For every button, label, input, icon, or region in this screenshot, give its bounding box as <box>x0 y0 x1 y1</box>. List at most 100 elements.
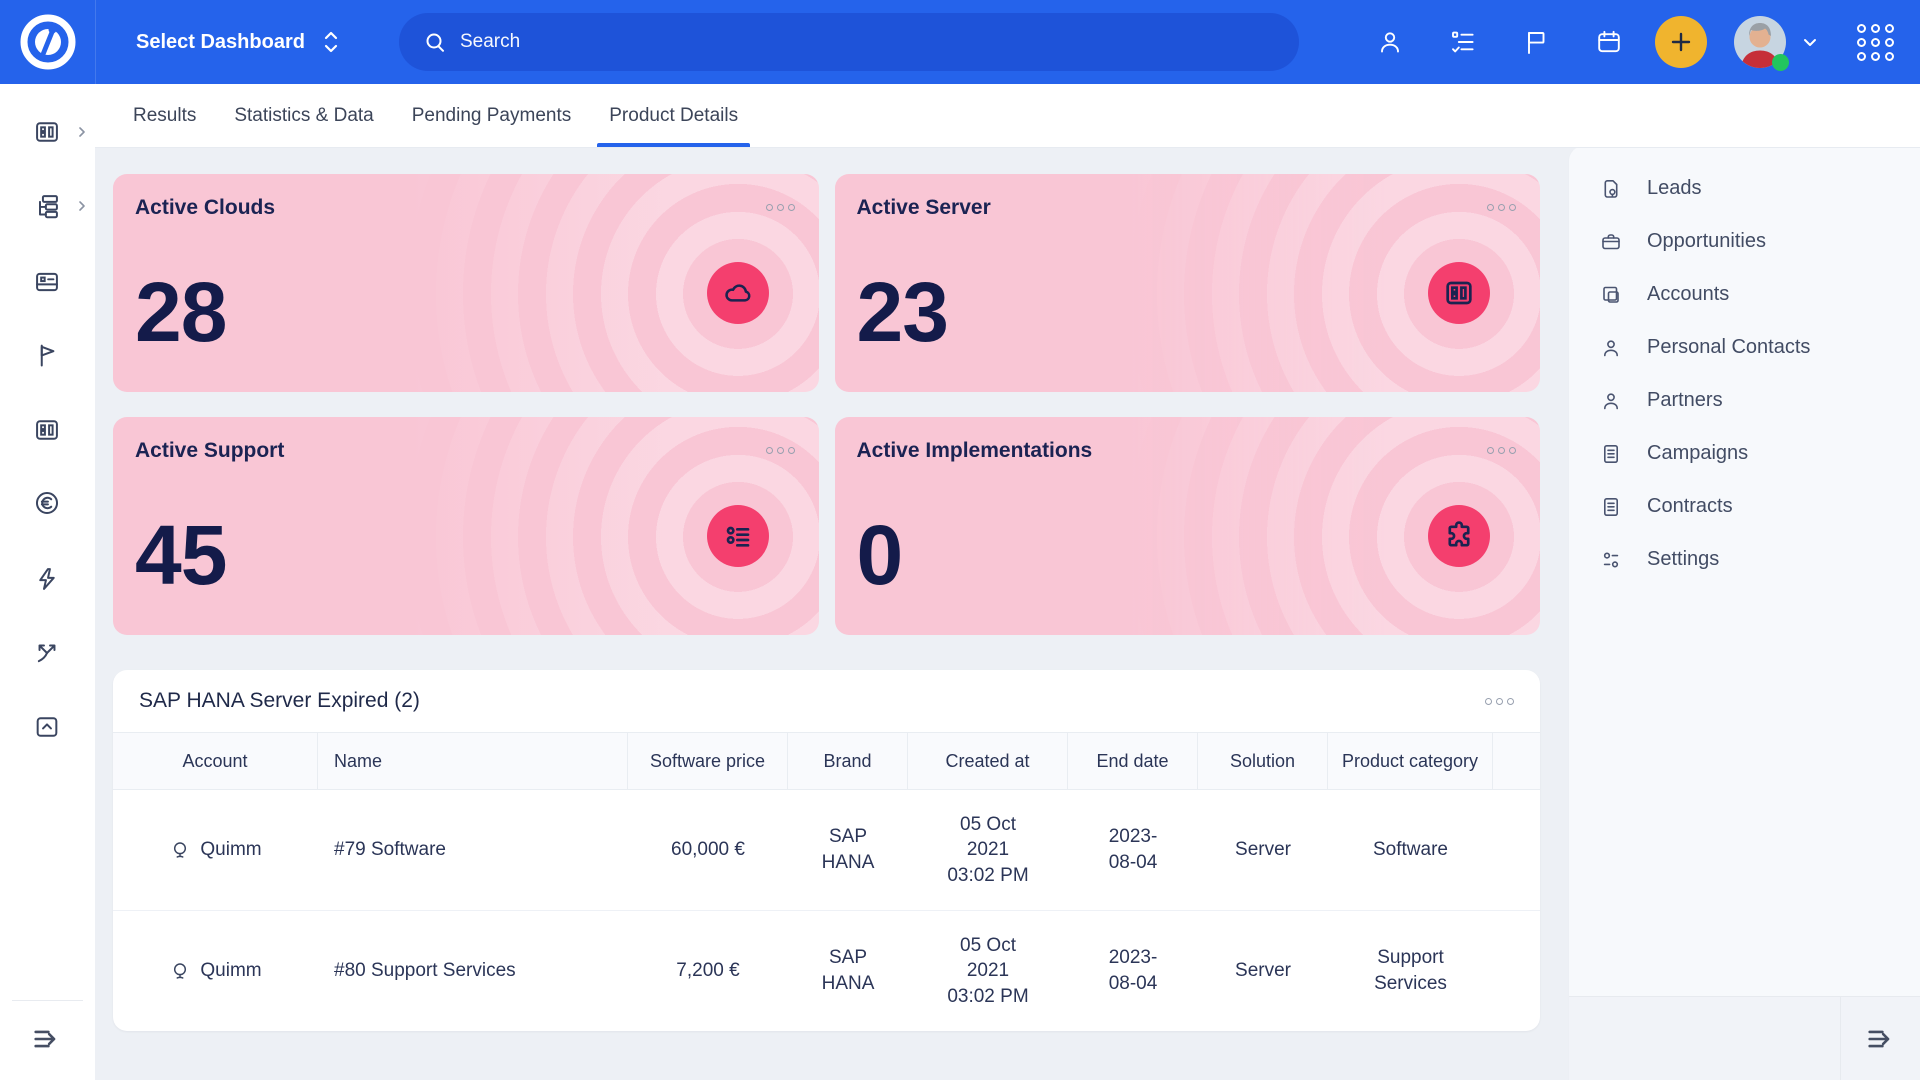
nav-item-personal-contacts[interactable]: Personal Contacts <box>1569 321 1920 374</box>
expand-arrow-icon[interactable] <box>30 1022 64 1056</box>
expired-products-table-card: SAP HANA Server Expired (2) Account Name… <box>113 670 1540 1031</box>
browser-card-icon[interactable] <box>33 268 61 296</box>
header-divider <box>95 0 96 84</box>
software-price-cell: 60,000 € <box>628 790 788 910</box>
top-header: Select Dashboard <box>0 0 1920 84</box>
column-header: Product category <box>1328 733 1493 789</box>
document-lines-icon <box>1599 495 1623 519</box>
account-cell: Quimm <box>169 958 261 984</box>
brand-logo[interactable] <box>0 11 95 73</box>
search-icon <box>423 30 447 54</box>
chevron-right-icon[interactable] <box>76 126 88 138</box>
puzzle-icon <box>1428 505 1490 567</box>
stat-card-active-implementations: Active Implementations 0 <box>835 417 1541 635</box>
more-options-icon[interactable] <box>766 204 795 211</box>
column-header: Solution <box>1198 733 1328 789</box>
tree-icon[interactable] <box>33 192 61 220</box>
tab-pending-payments[interactable]: Pending Payments <box>400 84 584 147</box>
dashboard-selector[interactable]: Select Dashboard <box>136 29 341 55</box>
right-panel-footer <box>1569 996 1920 1080</box>
branch-arrows-icon[interactable] <box>33 639 61 667</box>
column-header: Created at <box>908 733 1068 789</box>
globe-icon <box>169 839 191 861</box>
search-input[interactable] <box>460 31 1275 53</box>
search-bar[interactable] <box>399 13 1299 71</box>
card-value: 28 <box>135 270 226 354</box>
tab-statistics-data[interactable]: Statistics & Data <box>222 84 385 147</box>
stat-cards-grid: Active Clouds 28 Active Server 23 Active… <box>113 174 1540 635</box>
cloud-icon <box>707 262 769 324</box>
name-cell: #80 Support Services <box>318 911 628 1031</box>
tab-results[interactable]: Results <box>121 84 208 147</box>
nav-item-leads[interactable]: Leads <box>1569 162 1920 215</box>
account-cell: Quimm <box>169 837 261 863</box>
card-value: 45 <box>135 513 226 597</box>
chevron-down-icon[interactable] <box>1801 33 1819 51</box>
brand-cell: SAP HANA <box>788 790 908 910</box>
globe-icon <box>169 960 191 982</box>
user-avatar[interactable] <box>1734 16 1786 68</box>
nav-item-settings[interactable]: Settings <box>1569 533 1920 586</box>
briefcase-icon <box>1599 230 1623 254</box>
column-header: End date <box>1068 733 1198 789</box>
stat-card-active-server: Active Server 23 <box>835 174 1541 392</box>
sidebar-divider <box>12 1000 83 1001</box>
sliders-icon <box>1599 548 1623 572</box>
accounts-squares-icon <box>1599 283 1623 307</box>
person-icon <box>1599 389 1623 413</box>
tab-product-details[interactable]: Product Details <box>597 84 750 147</box>
add-plus-button[interactable] <box>1655 16 1707 68</box>
nav-item-accounts[interactable]: Accounts <box>1569 268 1920 321</box>
more-options-icon[interactable] <box>1485 698 1514 705</box>
apps-grid-icon[interactable] <box>1857 24 1894 61</box>
more-options-icon[interactable] <box>766 447 795 454</box>
server-icon[interactable] <box>33 118 61 146</box>
expand-arrow-icon <box>1864 1022 1898 1056</box>
online-status-dot <box>1772 54 1789 71</box>
solution-cell: Server <box>1198 790 1328 910</box>
table-row[interactable]: Quimm #79 Software 60,000 € SAP HANA 05 … <box>113 790 1540 910</box>
stat-card-active-clouds: Active Clouds 28 <box>113 174 819 392</box>
lead-file-icon <box>1599 177 1623 201</box>
nav-item-contracts[interactable]: Contracts <box>1569 480 1920 533</box>
nav-item-partners[interactable]: Partners <box>1569 374 1920 427</box>
brand-logo-icon <box>17 11 79 73</box>
stat-card-active-support: Active Support 45 <box>113 417 819 635</box>
table-row[interactable]: Quimm #80 Support Services 7,200 € SAP H… <box>113 910 1540 1031</box>
server-icon[interactable] <box>33 416 61 444</box>
table-header-row: Account Name Software price Brand Create… <box>113 732 1540 790</box>
person-icon <box>1599 336 1623 360</box>
card-title: Active Clouds <box>135 196 275 220</box>
tasks-checklist-icon[interactable] <box>1449 28 1477 56</box>
card-title: Active Server <box>857 196 991 220</box>
right-panel-expand[interactable] <box>1840 997 1920 1080</box>
more-options-icon[interactable] <box>1487 204 1516 211</box>
name-cell: #79 Software <box>318 790 628 910</box>
euro-icon[interactable] <box>33 489 61 517</box>
tab-bar: Results Statistics & Data Pending Paymen… <box>0 84 1920 148</box>
table-title: SAP HANA Server Expired (2) <box>139 689 420 713</box>
nav-item-campaigns[interactable]: Campaigns <box>1569 427 1920 480</box>
column-header: Software price <box>628 733 788 789</box>
more-options-icon[interactable] <box>1487 447 1516 454</box>
box-chevron-up-icon[interactable] <box>33 713 61 741</box>
left-icon-sidebar <box>0 84 95 1080</box>
nav-item-opportunities[interactable]: Opportunities <box>1569 215 1920 268</box>
solution-cell: Server <box>1198 911 1328 1031</box>
flag-icon[interactable] <box>1522 28 1550 56</box>
lightning-icon[interactable] <box>33 565 61 593</box>
server-icon <box>1428 262 1490 324</box>
product-category-cell: Software <box>1328 790 1493 910</box>
card-value: 0 <box>857 513 903 597</box>
list-icon <box>707 505 769 567</box>
end-date-cell: 2023-08-04 <box>1068 911 1198 1031</box>
plus-icon <box>1668 29 1694 55</box>
card-title: Active Support <box>135 439 284 463</box>
chevron-right-icon[interactable] <box>76 200 88 212</box>
right-navigation-panel: Leads Opportunities Accounts Personal Co… <box>1568 145 1920 1080</box>
flag-icon[interactable] <box>33 341 61 369</box>
main-content: Active Clouds 28 Active Server 23 Active… <box>95 148 1568 1080</box>
user-icon[interactable] <box>1376 28 1404 56</box>
calendar-icon[interactable] <box>1595 28 1623 56</box>
column-header <box>1493 733 1540 789</box>
